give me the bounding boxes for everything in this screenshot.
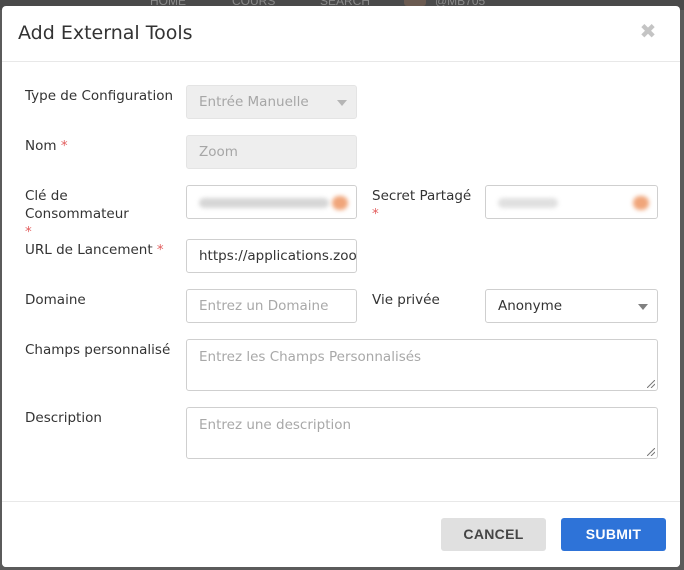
custom-fields-placeholder: Entrez les Champs Personnalisés — [199, 349, 422, 365]
resize-handle-icon[interactable] — [647, 448, 655, 456]
add-external-tools-modal: Add External Tools ✖ Type de Configurati… — [2, 6, 680, 567]
launch-url-field[interactable]: https://applications.zoo — [186, 239, 357, 273]
consumer-key-label: Clé de Consommateur * — [25, 187, 175, 241]
launch-url-value: https://applications.zoo — [199, 248, 357, 264]
launch-url-label-text: URL de Lancement — [25, 242, 153, 258]
required-mark: * — [372, 206, 379, 222]
privacy-value: Anonyme — [498, 298, 563, 314]
config-type-value: Entrée Manuelle — [199, 94, 309, 110]
privacy-label: Vie privée — [372, 292, 440, 308]
domain-label: Domaine — [25, 292, 86, 308]
name-label: Nom * — [25, 137, 68, 155]
required-mark: * — [156, 242, 164, 258]
privacy-select[interactable]: Anonyme — [485, 289, 658, 323]
shared-secret-label-text: Secret Partagé — [372, 188, 472, 204]
config-type-label: Type de Configuration — [25, 88, 174, 104]
modal-footer: CANCEL SUBMIT — [2, 501, 680, 567]
description-label: Description — [25, 410, 102, 426]
consumer-key-label-text: Clé de Consommateur — [25, 188, 129, 222]
modal-header: Add External Tools ✖ — [2, 6, 680, 62]
submit-button[interactable]: SUBMIT — [561, 518, 666, 551]
close-icon[interactable]: ✖ — [638, 21, 658, 41]
required-mark: * — [60, 138, 68, 154]
key-icon — [332, 196, 348, 210]
chevron-down-icon — [337, 100, 347, 106]
redacted-value — [199, 198, 329, 208]
required-mark: * — [25, 224, 32, 240]
description-placeholder: Entrez une description — [199, 417, 352, 433]
redacted-value — [498, 198, 558, 208]
domain-input[interactable]: Entrez un Domaine — [186, 289, 357, 323]
domain-placeholder: Entrez un Domaine — [199, 298, 329, 314]
modal-title: Add External Tools — [18, 22, 193, 44]
name-field[interactable]: Zoom — [186, 135, 357, 169]
chevron-down-icon — [638, 304, 648, 310]
custom-fields-label: Champs personnalisé — [25, 342, 171, 358]
consumer-key-field[interactable] — [186, 185, 357, 219]
cancel-button[interactable]: CANCEL — [441, 518, 546, 551]
custom-fields-textarea[interactable]: Entrez les Champs Personnalisés — [186, 339, 658, 391]
launch-url-label: URL de Lancement * — [25, 241, 164, 259]
config-type-select[interactable]: Entrée Manuelle — [186, 85, 357, 119]
shared-secret-label: Secret Partagé * — [372, 187, 482, 223]
name-value: Zoom — [199, 144, 238, 160]
resize-handle-icon[interactable] — [647, 380, 655, 388]
key-icon — [633, 196, 649, 210]
shared-secret-field[interactable] — [485, 185, 658, 219]
name-label-text: Nom — [25, 138, 57, 154]
description-textarea[interactable]: Entrez une description — [186, 407, 658, 459]
